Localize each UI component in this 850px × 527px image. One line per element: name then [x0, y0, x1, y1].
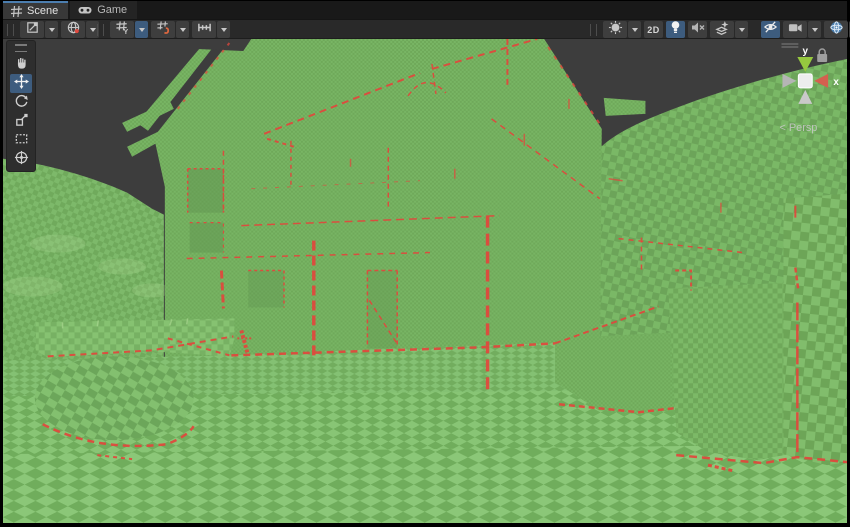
window: [248, 271, 284, 308]
scene-viewport[interactable]: y x < Persp: [3, 39, 847, 523]
view-options-overlay: 2D: [590, 21, 850, 38]
tab-game[interactable]: Game: [70, 1, 137, 19]
orientation-global-button[interactable]: [61, 21, 85, 38]
scene-render: y x < Persp: [3, 39, 847, 523]
scene-toolbar: Y: [3, 19, 847, 39]
camera-settings-icon: [788, 21, 803, 39]
snap-size-dropdown[interactable]: [217, 21, 230, 38]
gizmo-cube[interactable]: [798, 74, 812, 88]
draw-mode-dropdown[interactable]: [628, 21, 641, 38]
tab-game-label: Game: [97, 4, 127, 16]
tool-hand[interactable]: [10, 55, 32, 74]
tool-scale[interactable]: [10, 112, 32, 131]
door: [367, 271, 397, 349]
grid-axis-icon: Y: [115, 20, 130, 40]
camera-settings-button[interactable]: [783, 21, 807, 38]
snap-increment-dropdown[interactable]: [176, 21, 189, 38]
window: [188, 169, 224, 213]
axis-y-label: y: [803, 46, 809, 57]
scene-visibility-toggle[interactable]: [761, 21, 780, 38]
projection-mode-label[interactable]: < Persp: [779, 122, 817, 134]
gamepad-icon: [78, 5, 92, 15]
audio-toggle[interactable]: [688, 21, 707, 38]
chevron-down-icon: [812, 28, 818, 32]
draw-mode-button[interactable]: [603, 21, 627, 38]
rect-tool-icon: [14, 131, 29, 151]
chevron-down-icon: [739, 28, 745, 32]
tool-move[interactable]: [10, 74, 32, 93]
chevron-down-icon: [90, 28, 96, 32]
chevron-down-icon: [139, 28, 145, 32]
overlay-drag-handle[interactable]: [7, 24, 14, 36]
snap-size-icon: [197, 20, 212, 40]
chevron-down-icon: [180, 28, 186, 32]
audio-muted-icon: [691, 21, 705, 39]
rotate-tool-icon: [14, 93, 29, 113]
snap-size-button[interactable]: [192, 21, 216, 38]
move-tool-icon: [14, 74, 29, 94]
chevron-down-icon: [49, 28, 55, 32]
overlay-drag-handle[interactable]: [97, 24, 104, 36]
pivot-center-button[interactable]: [20, 21, 44, 38]
tool-settings-overlay: [7, 21, 99, 38]
light-bulb-icon: [669, 20, 682, 39]
window: [190, 223, 224, 253]
gable-overhang: [604, 98, 646, 116]
snap-increment-button[interactable]: [151, 21, 175, 38]
globe-global-icon: [66, 20, 81, 40]
pivot-center-icon: [25, 20, 40, 40]
tool-transform[interactable]: [10, 150, 32, 169]
svg-text:Y: Y: [123, 29, 128, 35]
tab-scene-label: Scene: [27, 5, 58, 17]
tool-rotate[interactable]: [10, 93, 32, 112]
hand-tool-icon: [14, 55, 29, 75]
lighting-toggle[interactable]: [666, 21, 685, 38]
grid-axis-dropdown[interactable]: [135, 21, 148, 38]
rock-far: [668, 282, 789, 460]
grid-snap-overlay: Y: [97, 21, 230, 38]
2d-label: 2D: [647, 25, 660, 35]
snap-increment-icon: [156, 20, 171, 40]
scale-tool-icon: [14, 112, 29, 132]
pivot-dropdown[interactable]: [45, 21, 58, 38]
tool-rect[interactable]: [10, 131, 32, 150]
effects-icon: [715, 20, 730, 40]
rock-near: [783, 194, 847, 465]
gizmos-button[interactable]: [824, 21, 848, 38]
transform-tool-icon: [14, 150, 29, 170]
chevron-down-icon: [221, 28, 227, 32]
scene-grid-icon: [11, 6, 22, 17]
overlay-drag-handle[interactable]: [590, 24, 597, 36]
tab-scene[interactable]: Scene: [3, 1, 68, 19]
2d-toggle[interactable]: 2D: [644, 21, 663, 38]
gizmos-sphere-icon: [829, 20, 844, 40]
grid-visibility-button[interactable]: Y: [110, 21, 134, 38]
mound: [35, 356, 194, 440]
unity-editor-window: Scene Game: [0, 0, 850, 527]
tools-palette: [6, 40, 36, 172]
overlay-drag-handle[interactable]: [15, 44, 27, 52]
camera-settings-dropdown[interactable]: [808, 21, 821, 38]
axis-x-label: x: [833, 77, 839, 88]
effects-dropdown[interactable]: [735, 21, 748, 38]
draw-mode-icon: [608, 20, 623, 40]
effects-button[interactable]: [710, 21, 734, 38]
tab-bar: Scene Game: [3, 1, 847, 19]
chevron-down-icon: [632, 28, 638, 32]
eye-hidden-icon: [763, 20, 778, 39]
